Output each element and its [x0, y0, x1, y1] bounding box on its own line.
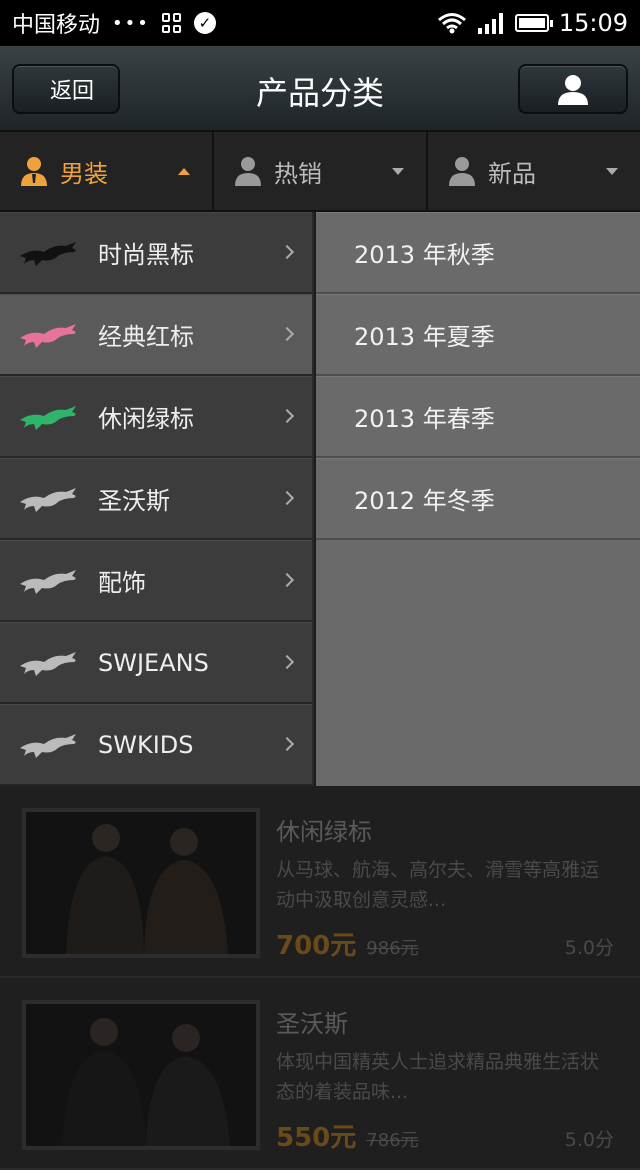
greyhound-logo-icon	[20, 405, 76, 430]
person-icon	[21, 157, 47, 186]
greyhound-logo-icon	[20, 733, 76, 758]
brand-item-black[interactable]: 时尚黑标	[0, 212, 312, 294]
product-image	[22, 1000, 260, 1150]
cell-signal-icon	[477, 13, 503, 34]
greyhound-logo-icon	[20, 323, 76, 348]
brand-item-saint-vos[interactable]: 圣沃斯	[0, 458, 312, 540]
brand-label: 休闲绿标	[98, 405, 194, 433]
carrier-label: 中国移动	[12, 13, 101, 38]
brand-item-swkids[interactable]: SWKIDS	[0, 704, 312, 786]
brand-label: SWKIDS	[98, 730, 194, 759]
brand-label: 经典红标	[98, 323, 194, 351]
product-name: 圣沃斯	[276, 1010, 348, 1038]
brand-list: 时尚黑标 经典红标 休闲绿标 圣沃斯 配饰 SWJEANS SWKIDS	[0, 212, 314, 786]
chevron-right-icon	[279, 490, 295, 506]
brand-label: SWJEANS	[98, 648, 209, 677]
brand-item-green[interactable]: 休闲绿标	[0, 376, 312, 458]
clock: 15:09	[558, 9, 628, 37]
product-original-price: 986元	[366, 938, 419, 959]
product-card[interactable]: 圣沃斯 体现中国精英人士追求精品典雅生活状态的着装品味... 550元 786元…	[0, 978, 640, 1170]
tab-menswear[interactable]: 男装	[0, 132, 214, 210]
brand-item-accessories[interactable]: 配饰	[0, 540, 312, 622]
brand-label: 时尚黑标	[98, 241, 194, 269]
tab-label: 男装	[60, 159, 108, 188]
chevron-right-icon	[279, 244, 295, 260]
chevron-right-icon	[279, 408, 295, 424]
season-list: 2013 年秋季 2013 年夏季 2013 年春季 2012 年冬季	[316, 212, 640, 786]
product-price: 700元	[276, 931, 357, 961]
season-item[interactable]: 2013 年秋季	[316, 212, 640, 294]
brand-label: 圣沃斯	[98, 487, 170, 515]
season-item[interactable]: 2012 年冬季	[316, 458, 640, 540]
caret-down-icon	[392, 168, 404, 175]
person-icon	[235, 157, 261, 186]
category-tabs: 男装 热销 新品	[0, 132, 640, 212]
product-list: 休闲绿标 从马球、航海、高尔夫、滑雪等高雅运动中汲取创意灵感... 700元 9…	[0, 786, 640, 1170]
product-price: 550元	[276, 1123, 357, 1153]
chevron-right-icon	[279, 572, 295, 588]
season-item[interactable]: 2013 年春季	[316, 376, 640, 458]
greyhound-logo-icon	[20, 241, 76, 266]
chevron-right-icon	[279, 326, 295, 342]
product-description: 体现中国精英人士追求精品典雅生活状态的着装品味...	[276, 1051, 600, 1103]
brand-item-red[interactable]: 经典红标	[0, 294, 312, 376]
tab-label: 热销	[274, 159, 322, 188]
nav-bar: 返回 产品分类	[0, 46, 640, 132]
greyhound-logo-icon	[20, 569, 76, 594]
product-name: 休闲绿标	[276, 818, 372, 846]
product-rating: 5.0分	[564, 937, 614, 959]
tab-hot-sale[interactable]: 热销	[214, 132, 428, 210]
check-icon: ✓	[193, 12, 216, 34]
chevron-right-icon	[279, 736, 295, 752]
tab-label: 新品	[488, 159, 536, 188]
caret-down-icon	[606, 168, 618, 175]
product-original-price: 786元	[366, 1130, 419, 1151]
person-icon	[449, 157, 475, 186]
tab-new-arrivals[interactable]: 新品	[428, 132, 640, 210]
wifi-icon	[437, 13, 466, 34]
status-bar: 中国移动 ••• ✓ 15:09	[0, 0, 640, 46]
product-description: 从马球、航海、高尔夫、滑雪等高雅运动中汲取创意灵感...	[276, 859, 600, 911]
brand-label: 配饰	[98, 569, 146, 597]
greyhound-logo-icon	[20, 651, 76, 676]
chevron-right-icon	[279, 654, 295, 670]
product-card[interactable]: 休闲绿标 从马球、航海、高尔夫、滑雪等高雅运动中汲取创意灵感... 700元 9…	[0, 786, 640, 978]
greyhound-logo-icon	[20, 487, 76, 512]
signal-dots: •••	[112, 12, 150, 34]
caret-up-icon	[178, 168, 190, 175]
apps-icon	[161, 13, 182, 33]
battery-icon	[514, 14, 553, 32]
user-icon	[558, 75, 588, 105]
season-item[interactable]: 2013 年夏季	[316, 294, 640, 376]
brand-item-swjeans[interactable]: SWJEANS	[0, 622, 312, 704]
product-rating: 5.0分	[564, 1129, 614, 1151]
product-image	[22, 808, 260, 958]
user-button[interactable]	[518, 64, 628, 114]
